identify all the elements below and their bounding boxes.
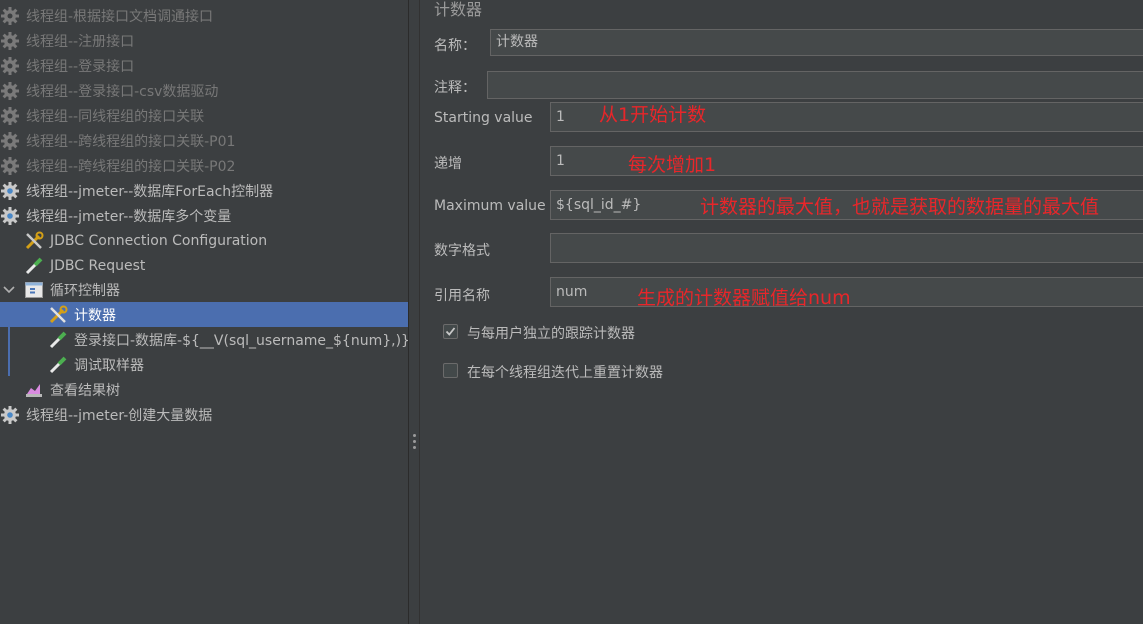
tree-item-label: 线程组--jmeter-创建大量数据	[26, 407, 213, 424]
wrench-icon	[24, 231, 44, 251]
gear-icon	[0, 31, 20, 51]
tree-item-label: 线程组--同线程组的接口关联	[26, 108, 205, 125]
annotation-increment: 每次增加1	[628, 154, 717, 176]
tree-item-label: 线程组--登录接口-csv数据驱动	[26, 83, 219, 100]
tree-item-label: 线程组-根据接口文档调通接口	[26, 8, 214, 25]
annotation-starting-value: 从1开始计数	[599, 104, 707, 126]
per-user-counter-label: 与每用户独立的跟踪计数器	[467, 326, 635, 342]
tree-item-label: 登录接口-数据库-${__V(sql_username_${num},)}	[74, 332, 410, 349]
reset-counter-label: 在每个线程组迭代上重置计数器	[467, 365, 663, 381]
annotation-maximum-value: 计数器的最大值，也就是获取的数据量的最大值	[700, 196, 1100, 218]
checkmark-icon	[445, 327, 456, 336]
panel-title: 计数器	[434, 0, 483, 19]
gear-icon	[0, 56, 20, 76]
tree-item-label: 线程组--跨线程组的接口关联-P02	[26, 158, 236, 175]
tree-item-view-results-tree[interactable]: 查看结果树	[0, 377, 408, 402]
gear-icon	[0, 106, 20, 126]
tree-item-thread-group-1[interactable]: 线程组-根据接口文档调通接口	[0, 3, 408, 28]
tree-item-thread-group-7[interactable]: 线程组--跨线程组的接口关联-P02	[0, 153, 408, 178]
gear-icon	[0, 6, 20, 26]
tree-item-label: 线程组--jmeter--数据库多个变量	[26, 208, 232, 225]
number-format-label: 数字格式	[434, 243, 490, 259]
number-format-field[interactable]	[550, 233, 1143, 263]
tree-item-thread-group-3[interactable]: 线程组--登录接口	[0, 53, 408, 78]
chevron-down-icon[interactable]	[3, 282, 15, 296]
tree-item-label: 查看结果树	[50, 382, 120, 399]
reference-name-label: 引用名称	[434, 288, 490, 304]
pipette-icon	[48, 330, 68, 350]
gear-icon	[0, 181, 20, 201]
tree-item-thread-group-2[interactable]: 线程组--注册接口	[0, 28, 408, 53]
tree-item-label: 线程组--跨线程组的接口关联-P01	[26, 133, 236, 150]
tree-item-label: 调试取样器	[74, 357, 144, 374]
name-field[interactable]: 计数器	[490, 29, 1143, 56]
tree-item-label: 线程组--jmeter--数据库ForEach控制器	[26, 183, 274, 200]
loop-controller-icon	[24, 280, 44, 300]
chart-icon	[24, 380, 44, 400]
starting-value-label: Starting value	[434, 110, 533, 126]
drag-handle-icon[interactable]	[413, 434, 417, 450]
panel-splitter[interactable]	[408, 0, 420, 624]
increment-label: 递增	[434, 156, 462, 172]
tree-item-label: 线程组--登录接口	[26, 58, 135, 75]
pipette-icon	[48, 355, 68, 375]
comment-field[interactable]	[487, 71, 1143, 99]
gear-icon	[0, 156, 20, 176]
tree-item-counter[interactable]: 计数器	[0, 302, 408, 327]
tree-item-jdbc-request[interactable]: JDBC Request	[0, 253, 408, 278]
tree-item-loop-controller[interactable]: 循环控制器	[0, 277, 408, 302]
tree-item-thread-group-5[interactable]: 线程组--同线程组的接口关联	[0, 103, 408, 128]
tree-item-label: 循环控制器	[50, 282, 120, 299]
name-label: 名称：	[434, 38, 476, 54]
wrench-icon	[48, 305, 68, 325]
tree-item-login-db-sampler[interactable]: 登录接口-数据库-${__V(sql_username_${num},)}	[0, 327, 410, 352]
tree-item-label: 计数器	[74, 307, 116, 324]
annotation-reference-name: 生成的计数器赋值给num	[637, 287, 851, 309]
tree-item-label: 线程组--注册接口	[26, 33, 135, 50]
gear-icon	[0, 81, 20, 101]
tree-item-thread-group-10[interactable]: 线程组--jmeter-创建大量数据	[0, 402, 408, 427]
chevron-down-icon[interactable]	[0, 208, 10, 222]
pipette-icon	[24, 256, 44, 276]
tree-item-thread-group-8[interactable]: 线程组--jmeter--数据库ForEach控制器	[0, 178, 408, 203]
tree-item-label: JDBC Request	[50, 257, 146, 274]
tree-item-label: JDBC Connection Configuration	[50, 232, 268, 249]
tree-item-thread-group-6[interactable]: 线程组--跨线程组的接口关联-P01	[0, 128, 408, 153]
reset-counter-checkbox[interactable]	[443, 363, 458, 378]
gear-icon	[0, 131, 20, 151]
tree-item-debug-sampler[interactable]: 调试取样器	[0, 352, 408, 377]
maximum-value-label: Maximum value	[434, 198, 546, 214]
comment-label: 注释：	[434, 80, 476, 96]
tree-item-jdbc-config[interactable]: JDBC Connection Configuration	[0, 228, 408, 253]
tree-item-thread-group-9[interactable]: 线程组--jmeter--数据库多个变量	[0, 203, 408, 228]
per-user-counter-checkbox[interactable]	[443, 324, 458, 339]
gear-icon	[0, 405, 20, 425]
test-plan-tree: 线程组-根据接口文档调通接口 线程组--注册接口 线程组--登录接口 线程组--…	[0, 0, 410, 624]
tree-item-thread-group-4[interactable]: 线程组--登录接口-csv数据驱动	[0, 78, 408, 103]
